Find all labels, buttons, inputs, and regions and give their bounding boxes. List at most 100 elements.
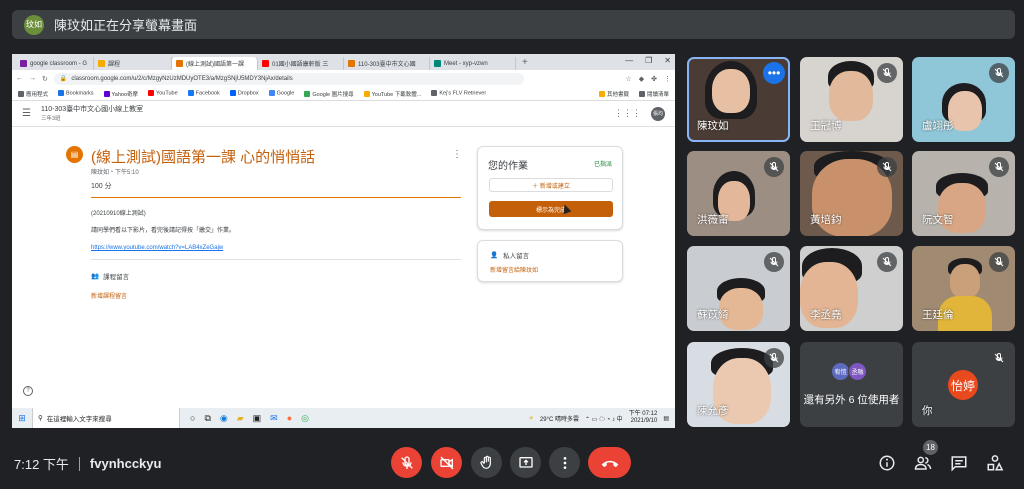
file-explorer-icon[interactable]: ▰ [237,413,244,424]
browser-tab[interactable]: 01國小國語康軒版 三 [258,57,344,70]
youtube-link[interactable]: https://www.youtube.com/watch?v=LAB4xZeG… [91,245,223,251]
work-status: 已指派 [593,162,612,168]
participant-tile[interactable]: 李丞堯 [800,246,903,331]
participant-face [950,264,980,298]
activities-button[interactable] [983,451,1007,475]
minimize-icon[interactable]: — [625,56,633,65]
leave-call-button[interactable] [588,447,631,478]
browser-tab[interactable]: google classroom - G [16,57,94,70]
participant-name: 陳玟如 [697,120,729,132]
private-comments-card: 👤 私人留言 新增留言給陳玟如 [477,240,623,282]
participant-tile[interactable]: ••• 陳玟如 [687,57,790,142]
mic-toggle-button[interactable] [391,447,422,478]
bookmark[interactable]: Google [268,90,294,97]
other-participants-tile[interactable]: 宥愷 丞融 還有另外 6 位使用者 [800,342,903,427]
url-field[interactable]: 🔒 classroom.google.com/u/2/c/MzgyNzUzMDUy… [53,72,524,85]
bookmark[interactable]: Dropbox [229,90,259,97]
task-view-icon[interactable]: ⧉ [204,413,210,424]
reload-icon[interactable]: ↻ [42,75,48,83]
participant-tile[interactable]: 陳允彥 [687,342,790,427]
forward-icon[interactable]: → [29,75,36,82]
class-title[interactable]: 110-303臺中市文心國小線上教室 [41,105,143,114]
menu-dots-icon[interactable]: ⋮ [664,75,671,83]
mic-off-icon [877,252,897,272]
bookmark[interactable]: YouTube 下載軟體... [363,90,421,98]
bookmark[interactable]: 應用程式 [18,90,48,98]
divider [91,197,461,198]
tray-icons[interactable]: ⌃ ▭ ☁ ◔ ♪ 中 [585,414,623,423]
participant-face [829,71,873,121]
browser-tab[interactable]: Meet - xyp-vzwn [430,57,516,70]
browser-tab-active[interactable]: (線上測試)國語第一課 [172,57,258,70]
your-work-title: 您的作業 [488,161,528,172]
participant-tile[interactable]: 王廷倫 [912,246,1015,331]
bookmark[interactable]: Facebook [187,90,220,97]
more-options-icon[interactable]: ⋮ [452,149,462,160]
participant-tile[interactable]: 盧翊彤 [912,57,1015,142]
help-icon[interactable]: ? [23,386,33,396]
participant-name: 王廷倫 [922,309,954,321]
puzzle-icon[interactable]: ✤ [651,75,657,83]
meeting-code[interactable]: fvynhcckyu [90,456,162,471]
taskbar-clock[interactable]: 下午 07:12 2021/9/10 [629,411,658,425]
more-options-icon[interactable]: ••• [763,62,785,84]
bookmark[interactable]: YouTube [148,90,178,97]
mail-icon[interactable]: ✉ [270,413,278,424]
meeting-details-button[interactable] [875,451,899,475]
hamburger-menu-icon[interactable]: ☰ [22,108,31,119]
maximize-icon[interactable]: ❐ [645,56,652,65]
store-icon[interactable]: ▣ [253,413,262,424]
bookmark[interactable]: Yahoo奇摩 [103,90,138,98]
close-icon[interactable]: ✕ [664,56,671,65]
participant-name: 李丞堯 [810,309,842,321]
new-tab-button[interactable]: + [516,57,534,70]
bookmark[interactable]: Bookmarks [58,90,94,97]
other-participant-avatar: 丞融 [848,362,867,381]
apps-grid-icon[interactable]: ⋮⋮⋮ [614,108,641,119]
notification-icon[interactable]: ▤ [663,415,669,422]
bookmark-icon [229,90,236,97]
participant-tile[interactable]: 蘇苡綺 [687,246,790,331]
participant-tile[interactable]: 洪薇甯 [687,151,790,236]
add-private-comment-link[interactable]: 新增留言給陳玟如 [490,265,538,274]
bookmark-icon [268,90,275,97]
bookmark-icon [304,91,311,98]
bookmark[interactable]: Kej's FLV Retriever [431,90,486,97]
divider [91,259,461,260]
add-or-create-button[interactable]: ＋ 新增或建立 [489,178,613,192]
browser-tab[interactable]: 110-303臺中市文心國 [344,57,430,70]
back-icon[interactable]: ← [16,75,23,82]
firefox-icon[interactable]: ● [287,413,292,424]
bookmark-folder[interactable]: 其他書籤 [598,90,629,98]
extension-icon[interactable]: ◆ [639,75,644,83]
mic-off-icon [764,157,784,177]
camera-toggle-button[interactable] [431,447,462,478]
assignment-title: (線上測試)國語第一課 心的悄悄話 [91,149,316,166]
chrome-icon[interactable]: ◎ [301,413,309,424]
bookmark[interactable]: Google 圖片搜尋 [304,90,354,98]
self-tile[interactable]: 怡婷 你 [912,342,1015,427]
star-icon[interactable]: ☆ [625,75,631,83]
taskbar-search[interactable]: ⚲ 在這裡輸入文字來搜尋 [32,408,180,428]
add-class-comment-link[interactable]: 新增課程留言 [91,291,127,300]
tab-favicon [20,60,27,67]
participant-name: 盧翊彤 [922,120,954,132]
profile-avatar[interactable]: 張均 [651,106,665,121]
chat-button[interactable] [947,451,971,475]
mic-off-icon [989,157,1009,177]
participant-tile[interactable]: 阮文智 [912,151,1015,236]
participant-tile[interactable]: 黃培鈞 [800,151,903,236]
raise-hand-button[interactable] [471,447,502,478]
edge-icon[interactable]: ◉ [220,413,228,424]
self-name: 你 [922,405,933,417]
mark-as-done-button[interactable]: 標示為完成 [489,201,613,217]
weather-text[interactable]: 29°C 晴時多雲 [540,414,579,423]
browser-tab[interactable]: 課程 [94,57,172,70]
cortana-icon[interactable]: ○ [190,413,195,424]
windows-start-icon[interactable]: ⊞ [12,413,32,424]
participant-tile[interactable]: 王冠博 [800,57,903,142]
more-options-button[interactable] [549,447,580,478]
chat-icon [951,456,967,472]
reading-list[interactable]: 閱讀清單 [638,90,669,98]
present-screen-button[interactable] [510,447,541,478]
